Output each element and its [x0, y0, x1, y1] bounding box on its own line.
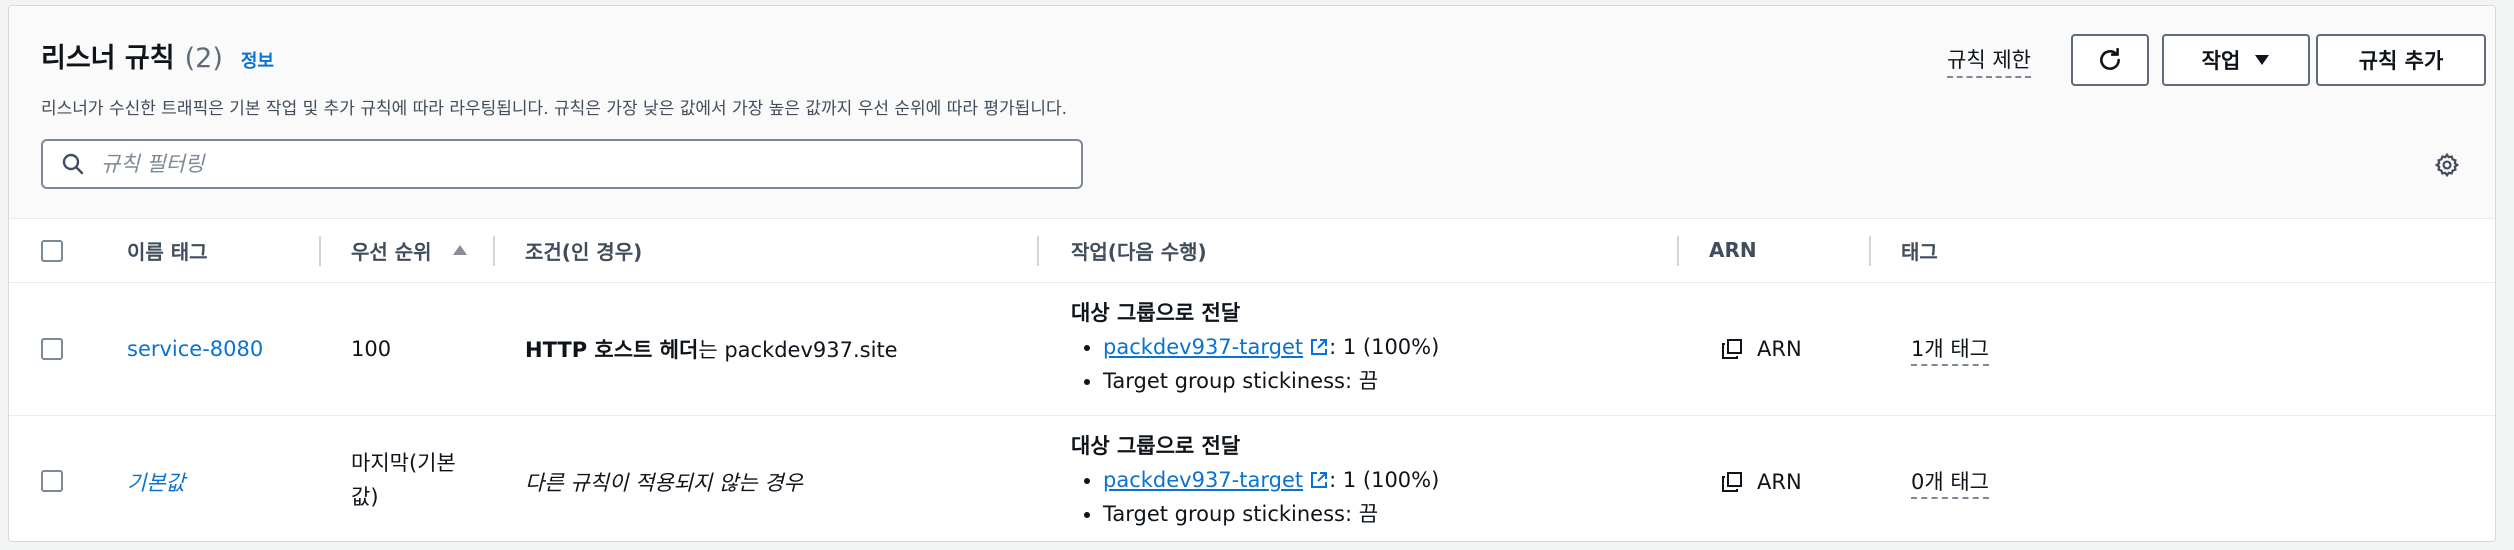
page-title: 리스너 규칙 (2) 정보 — [41, 36, 274, 75]
column-header-tags[interactable]: 태그 — [1901, 218, 1938, 282]
target-group-name: packdev937-target — [1103, 468, 1304, 492]
actions-dropdown-button[interactable]: 작업 — [2162, 34, 2310, 86]
column-divider[interactable] — [1677, 236, 1679, 266]
column-header-conditions[interactable]: 조건(인 경우) — [525, 218, 642, 282]
target-group-item: packdev937-target : 1 (100%) — [1103, 333, 1439, 361]
add-rule-button[interactable]: 규칙 추가 — [2316, 34, 2486, 86]
table-row: service-8080 100 HTTP 호스트 헤더 는 packdev93… — [9, 283, 2495, 416]
table-header: 이름 태그 우선 순위 조건(인 경우) 작업(다음 수행) ARN 태그 — [9, 218, 2495, 283]
target-group-link[interactable]: packdev937-target — [1103, 468, 1329, 492]
rule-name-link[interactable]: service-8080 — [127, 331, 263, 367]
arn-label: ARN — [1757, 337, 1802, 361]
priority-line: 값) — [351, 485, 379, 509]
target-group-item: packdev937-target : 1 (100%) — [1103, 466, 1439, 494]
target-group-name: packdev937-target — [1103, 335, 1304, 359]
search-icon — [61, 152, 85, 176]
refresh-icon — [2100, 47, 2120, 70]
select-all-checkbox[interactable] — [41, 240, 63, 262]
column-header-name-tag[interactable]: 이름 태그 — [127, 218, 208, 282]
refresh-button[interactable] — [2071, 34, 2149, 86]
title-text: 리스너 규칙 — [41, 43, 175, 74]
column-header-actions[interactable]: 작업(다음 수행) — [1071, 218, 1207, 282]
rule-action: 대상 그룹으로 전달 packdev937-target : 1 (100%) T… — [1071, 297, 1439, 401]
external-link-icon — [1311, 472, 1328, 488]
sort-ascending-icon — [452, 245, 467, 255]
column-divider[interactable] — [493, 236, 495, 266]
column-divider[interactable] — [1037, 236, 1039, 266]
priority-header-label: 우선 순위 — [351, 239, 432, 264]
condition-value: 는 packdev937.site — [698, 338, 898, 362]
table-row: 기본값 마지막(기본 값) 다른 규칙이 적용되지 않는 경우 대상 그룹으로 … — [9, 416, 2495, 541]
column-header-priority[interactable]: 우선 순위 — [351, 218, 468, 282]
target-weight: : 1 (100%) — [1329, 468, 1440, 492]
condition-type: HTTP 호스트 헤더 — [525, 338, 699, 362]
action-details: packdev937-target : 1 (100%) Target group… — [1071, 466, 1439, 528]
copy-arn-button[interactable]: ARN — [1721, 464, 1802, 500]
rule-condition: 다른 규칙이 적용되지 않는 경우 — [525, 471, 803, 495]
info-link[interactable]: 정보 — [241, 47, 274, 73]
caret-down-icon — [2255, 55, 2270, 65]
actions-label: 작업 — [2201, 49, 2241, 73]
priority-line: 마지막(기본 — [351, 451, 456, 475]
stickiness-item: Target group stickiness: 끔 — [1103, 500, 1439, 528]
action-details: packdev937-target : 1 (100%) Target group… — [1071, 333, 1439, 395]
gear-icon[interactable] — [2434, 152, 2460, 178]
copy-icon — [1722, 339, 1742, 359]
target-group-link[interactable]: packdev937-target — [1103, 335, 1329, 359]
copy-icon — [1722, 472, 1742, 492]
row-select-checkbox[interactable] — [41, 470, 63, 492]
panel-description: 리스너가 수신한 트래픽은 기본 작업 및 추가 규칙에 따라 라우팅됩니다. … — [41, 99, 1068, 119]
search-field[interactable] — [41, 139, 1083, 189]
row-select-checkbox[interactable] — [41, 338, 63, 360]
action-title: 대상 그룹으로 전달 — [1071, 434, 1241, 458]
column-divider[interactable] — [1869, 236, 1871, 266]
arn-label: ARN — [1757, 470, 1802, 494]
rule-action: 대상 그룹으로 전달 packdev937-target : 1 (100%) T… — [1071, 430, 1439, 534]
target-weight: : 1 (100%) — [1329, 335, 1440, 359]
rule-priority: 100 — [351, 337, 392, 361]
tags-popover-trigger[interactable]: 1개 태그 — [1911, 333, 1989, 366]
rule-priority: 마지막(기본 값) — [351, 446, 456, 514]
rule-name-link[interactable]: 기본값 — [127, 464, 185, 500]
action-title: 대상 그룹으로 전달 — [1071, 301, 1241, 325]
rule-condition: HTTP 호스트 헤더 는 packdev937.site — [525, 331, 898, 367]
column-header-arn[interactable]: ARN — [1709, 218, 1757, 282]
search-input[interactable] — [99, 140, 1081, 188]
external-link-icon — [1311, 339, 1328, 355]
tags-popover-trigger[interactable]: 0개 태그 — [1911, 466, 1989, 499]
stickiness-item: Target group stickiness: 끔 — [1103, 367, 1439, 395]
rule-count: (2) — [184, 43, 223, 74]
listener-rules-panel: 리스너 규칙 (2) 정보 리스너가 수신한 트래픽은 기본 작업 및 추가 규… — [8, 5, 2496, 542]
column-divider[interactable] — [319, 236, 321, 266]
copy-arn-button[interactable]: ARN — [1721, 331, 1802, 367]
rule-limits-button[interactable]: 규칙 제한 — [1947, 44, 2031, 78]
